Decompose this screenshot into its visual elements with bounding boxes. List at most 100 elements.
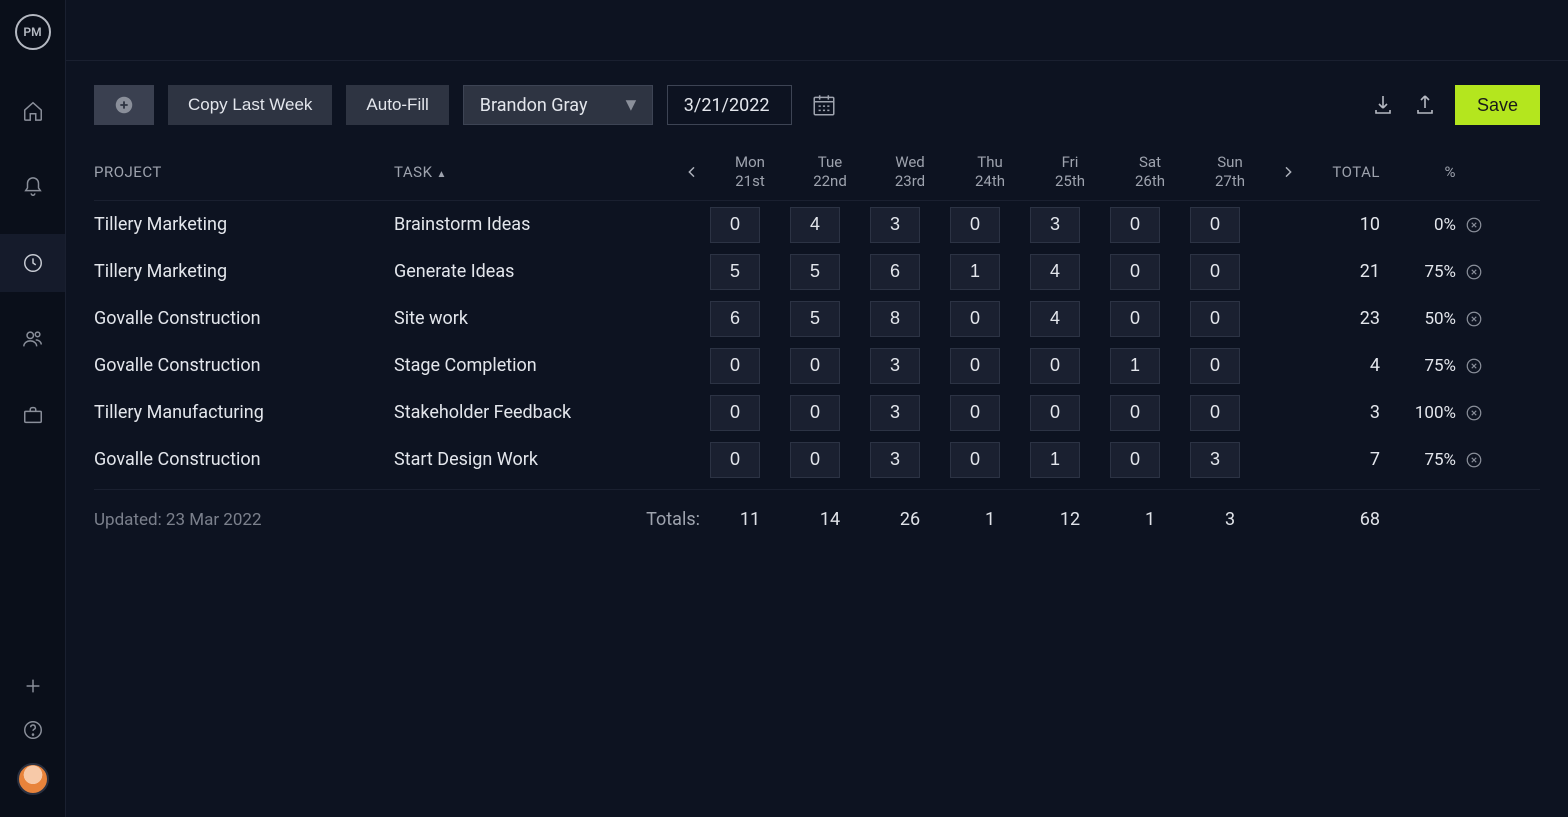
hours-input[interactable]	[790, 348, 840, 384]
hours-input[interactable]	[710, 348, 760, 384]
sidebar: PM	[0, 0, 66, 817]
hours-input[interactable]	[1030, 254, 1080, 290]
hours-input[interactable]	[710, 442, 760, 478]
nav-team[interactable]	[0, 310, 65, 368]
hours-input[interactable]	[950, 442, 1000, 478]
close-circle-icon	[1465, 216, 1483, 234]
hours-input[interactable]	[710, 301, 760, 337]
hours-input[interactable]	[950, 254, 1000, 290]
user-avatar[interactable]	[17, 763, 49, 795]
user-select[interactable]: Brandon Gray ▼	[463, 85, 653, 125]
calendar-button[interactable]	[810, 91, 838, 119]
sum-wed: 26	[870, 509, 950, 530]
hours-input[interactable]	[870, 442, 920, 478]
hours-input[interactable]	[1110, 442, 1160, 478]
hours-input[interactable]	[790, 442, 840, 478]
hours-input[interactable]	[1030, 442, 1080, 478]
upload-icon	[1413, 93, 1437, 117]
table-row: Tillery ManufacturingStakeholder Feedbac…	[94, 389, 1540, 436]
nav-home[interactable]	[0, 82, 65, 140]
hours-input[interactable]	[870, 301, 920, 337]
nav-work[interactable]	[0, 386, 65, 444]
hours-input[interactable]	[870, 348, 920, 384]
hours-input[interactable]	[1190, 442, 1240, 478]
import-button[interactable]	[1371, 93, 1395, 117]
delete-row-button[interactable]	[1456, 451, 1492, 469]
copy-last-week-button[interactable]: Copy Last Week	[168, 85, 332, 125]
delete-row-button[interactable]	[1456, 404, 1492, 422]
auto-fill-button[interactable]: Auto-Fill	[346, 85, 448, 125]
hours-input[interactable]	[1190, 207, 1240, 243]
hours-input[interactable]	[1110, 207, 1160, 243]
hours-input[interactable]	[1030, 348, 1080, 384]
hours-input[interactable]	[1110, 395, 1160, 431]
prev-week-button[interactable]	[674, 164, 710, 180]
week-date-input[interactable]: 3/21/2022	[667, 85, 792, 125]
project-cell: Tillery Manufacturing	[94, 402, 394, 423]
hours-input[interactable]	[790, 254, 840, 290]
bell-icon	[22, 176, 44, 198]
hours-input[interactable]	[950, 301, 1000, 337]
nav-add[interactable]	[17, 675, 49, 697]
export-button[interactable]	[1413, 93, 1437, 117]
delete-row-button[interactable]	[1456, 263, 1492, 281]
hours-input[interactable]	[950, 348, 1000, 384]
delete-row-button[interactable]	[1456, 216, 1492, 234]
task-cell: Start Design Work	[394, 449, 674, 470]
project-cell: Govalle Construction	[94, 449, 394, 470]
help-icon	[22, 719, 44, 741]
hours-input[interactable]	[950, 395, 1000, 431]
hours-input[interactable]	[1110, 254, 1160, 290]
hours-input[interactable]	[1190, 348, 1240, 384]
hours-input[interactable]	[1030, 207, 1080, 243]
hours-input[interactable]	[950, 207, 1000, 243]
nav-help[interactable]	[17, 719, 49, 741]
hours-input[interactable]	[870, 207, 920, 243]
col-total: TOTAL	[1306, 163, 1386, 181]
hours-input[interactable]	[870, 395, 920, 431]
close-circle-icon	[1465, 357, 1483, 375]
calendar-icon	[811, 92, 837, 118]
toolbar: Copy Last Week Auto-Fill Brandon Gray ▼ …	[66, 61, 1568, 143]
hours-input[interactable]	[1030, 395, 1080, 431]
table-row: Tillery MarketingGenerate Ideas2175%	[94, 248, 1540, 295]
row-total: 23	[1306, 308, 1386, 329]
hours-input[interactable]	[1110, 348, 1160, 384]
delete-row-button[interactable]	[1456, 310, 1492, 328]
sidebar-bottom	[17, 675, 49, 817]
hours-input[interactable]	[1190, 395, 1240, 431]
sort-asc-icon: ▲	[436, 169, 446, 180]
next-week-button[interactable]	[1270, 164, 1306, 180]
save-button[interactable]: Save	[1455, 85, 1540, 125]
nav-timesheet[interactable]	[0, 234, 65, 292]
col-day-sun: Sun27th	[1190, 153, 1270, 191]
hours-input[interactable]	[1190, 254, 1240, 290]
nav-notifications[interactable]	[0, 158, 65, 216]
hours-input[interactable]	[710, 254, 760, 290]
row-total: 3	[1306, 402, 1386, 423]
clock-icon	[22, 252, 44, 274]
col-day-fri: Fri25th	[1030, 153, 1110, 191]
hours-input[interactable]	[1110, 301, 1160, 337]
nav-icons	[0, 82, 65, 444]
row-percent: 50%	[1386, 309, 1456, 329]
sum-mon: 11	[710, 509, 790, 530]
add-row-button[interactable]	[94, 85, 154, 125]
delete-row-button[interactable]	[1456, 357, 1492, 375]
close-circle-icon	[1465, 451, 1483, 469]
hours-input[interactable]	[710, 207, 760, 243]
hours-input[interactable]	[870, 254, 920, 290]
hours-input[interactable]	[1030, 301, 1080, 337]
hours-input[interactable]	[790, 301, 840, 337]
sum-sat: 1	[1110, 509, 1190, 530]
table-header: PROJECT TASK▲ Mon21st Tue22nd Wed23rd Th…	[94, 143, 1540, 201]
hours-input[interactable]	[710, 395, 760, 431]
row-percent: 75%	[1386, 356, 1456, 376]
col-task[interactable]: TASK▲	[394, 163, 674, 181]
hours-input[interactable]	[790, 395, 840, 431]
totals-label: Totals:	[394, 509, 710, 530]
sum-sun: 3	[1190, 509, 1270, 530]
hours-input[interactable]	[790, 207, 840, 243]
hours-input[interactable]	[1190, 301, 1240, 337]
col-project[interactable]: PROJECT	[94, 163, 394, 181]
